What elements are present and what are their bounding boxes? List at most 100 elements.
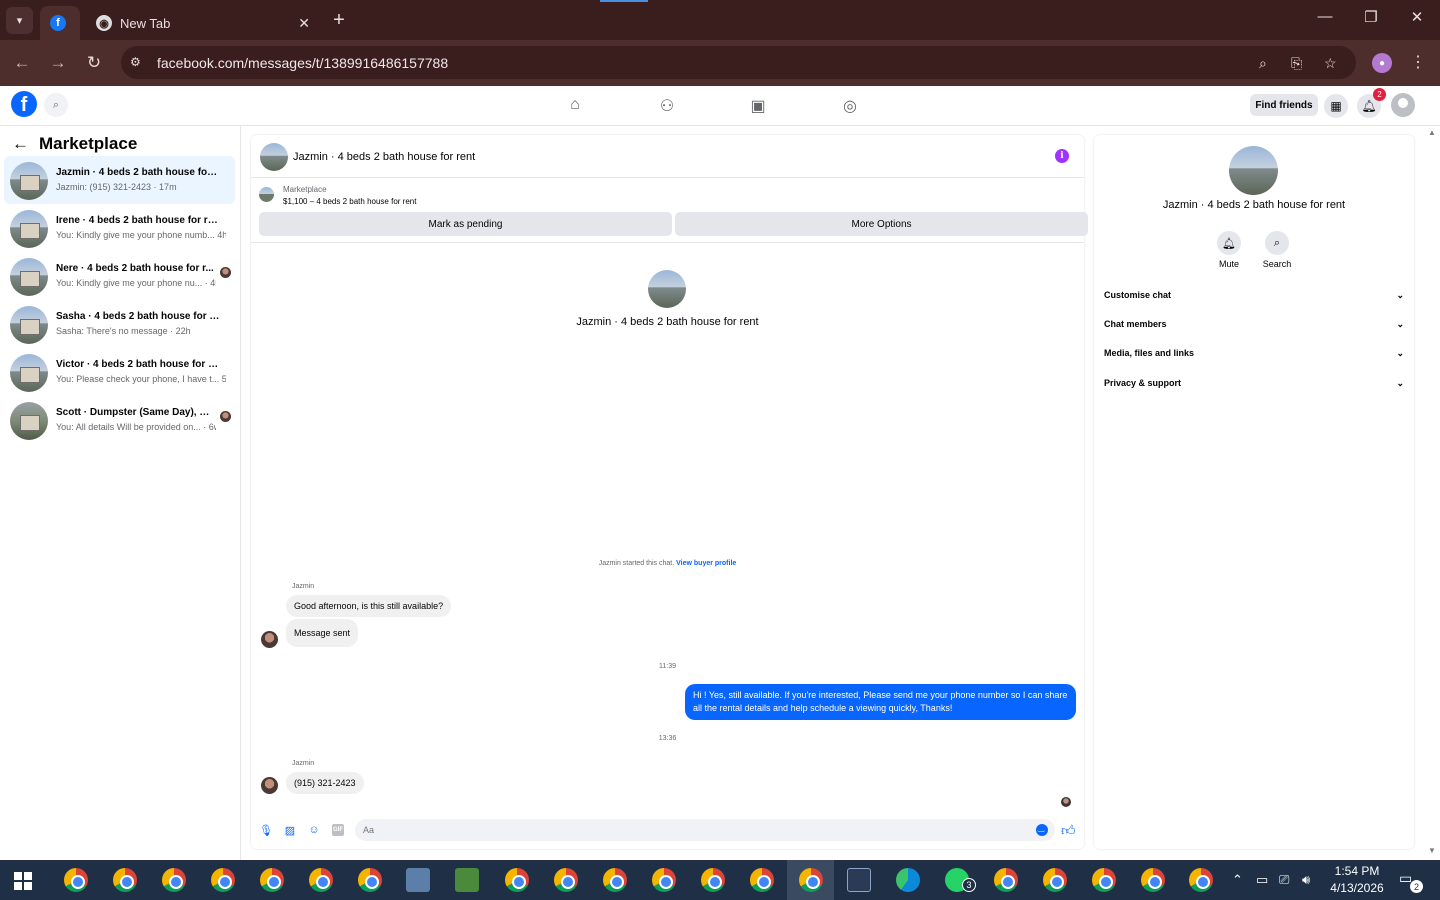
mark-as-pending-button[interactable]: Mark as pending bbox=[259, 212, 672, 236]
tray-device-icon[interactable]: ▭ bbox=[1256, 872, 1268, 888]
restore-icon[interactable]: ❐ bbox=[1359, 8, 1383, 26]
accordion-privacy-support[interactable]: Privacy & support ⌄ bbox=[1104, 373, 1404, 393]
reload-icon[interactable]: ↻ bbox=[83, 53, 105, 73]
chat-header: Jazmin · 4 beds 2 bath house for rent i bbox=[251, 135, 1084, 178]
sender-avatar[interactable] bbox=[261, 631, 278, 648]
sticker-icon[interactable]: ☺ bbox=[308, 824, 320, 836]
conversation-item[interactable]: Sasha · 4 beds 2 bath house for rent Sas… bbox=[4, 300, 235, 348]
search-icon[interactable]: ⌕ bbox=[44, 93, 68, 117]
conversation-item[interactable]: Irene · 4 beds 2 bath house for rent You… bbox=[4, 204, 235, 252]
search-action[interactable]: ⌕ Search bbox=[1257, 231, 1297, 269]
info-icon[interactable]: i bbox=[1055, 149, 1069, 163]
video-icon[interactable]: ▣ bbox=[748, 96, 768, 116]
chrome-app-icon[interactable] bbox=[260, 868, 284, 892]
conversation-item[interactable]: Scott · Dumpster (Same Day), R... You: A… bbox=[4, 396, 235, 444]
chrome-app-icon[interactable] bbox=[701, 868, 725, 892]
chrome-app-icon[interactable] bbox=[1141, 868, 1165, 892]
emoji-icon[interactable] bbox=[1036, 823, 1048, 836]
chrome-app-icon[interactable] bbox=[652, 868, 676, 892]
chrome-app-icon[interactable] bbox=[750, 868, 774, 892]
view-buyer-profile-link[interactable]: View buyer profile bbox=[676, 560, 736, 567]
windows-start-icon[interactable] bbox=[14, 872, 32, 890]
chrome-app-icon[interactable] bbox=[1092, 868, 1116, 892]
close-icon[interactable]: ✕ bbox=[298, 15, 310, 32]
chat-title[interactable]: Jazmin · 4 beds 2 bath house for rent bbox=[293, 151, 475, 163]
clock-time[interactable]: 1:54 PM bbox=[1322, 864, 1392, 878]
chrome-app-icon[interactable] bbox=[1189, 868, 1213, 892]
listing-price-title[interactable]: $1,100 – 4 beds 2 bath house for rent bbox=[283, 197, 416, 206]
browser-menu-icon[interactable]: ⋮ bbox=[1410, 52, 1426, 72]
groups-icon[interactable]: ◎ bbox=[840, 96, 860, 116]
chrome-app-icon[interactable] bbox=[309, 868, 333, 892]
microphone-icon[interactable]: 🎙︎ bbox=[259, 824, 273, 837]
zoom-icon[interactable]: ⌕ bbox=[1259, 55, 1267, 72]
keyboard-app-icon[interactable] bbox=[847, 868, 871, 892]
account-avatar[interactable] bbox=[1391, 93, 1415, 117]
browser-profile-icon[interactable]: ● bbox=[1372, 53, 1392, 73]
contacts-app-icon[interactable] bbox=[406, 868, 430, 892]
incoming-message[interactable]: Good afternoon, is this still available? bbox=[286, 595, 452, 617]
info-name: Jazmin · 4 beds 2 bath house for rent bbox=[1162, 199, 1346, 211]
clock-date[interactable]: 4/13/2026 bbox=[1322, 881, 1392, 895]
chrome-app-icon[interactable] bbox=[554, 868, 578, 892]
omnibox[interactable]: ⚙ facebook.com/messages/t/13899164861577… bbox=[121, 46, 1356, 79]
tab-new-tab[interactable]: ◉ New Tab ✕ bbox=[86, 6, 320, 40]
tab-facebook[interactable]: f bbox=[40, 6, 80, 40]
outgoing-message[interactable]: Hi ! Yes, still available. If you're int… bbox=[685, 684, 1076, 720]
close-window-icon[interactable]: ✕ bbox=[1405, 8, 1429, 26]
message-input[interactable] bbox=[355, 819, 1055, 841]
tab-search-button[interactable]: ▾ bbox=[6, 7, 33, 34]
find-friends-button[interactable]: Find friends bbox=[1250, 94, 1318, 116]
chat-avatar[interactable] bbox=[260, 143, 288, 171]
chevron-down-icon: ⌄ bbox=[1396, 289, 1404, 300]
chrome-app-icon[interactable] bbox=[64, 868, 88, 892]
sender-label: Jazmin bbox=[292, 583, 315, 590]
new-tab-button[interactable]: + bbox=[328, 9, 350, 31]
more-options-button[interactable]: More Options bbox=[675, 212, 1088, 236]
gif-icon[interactable]: GIF bbox=[332, 824, 344, 836]
conversation-item[interactable]: Victor · 4 beds 2 bath house for rent Yo… bbox=[4, 348, 235, 396]
sender-avatar[interactable] bbox=[261, 777, 278, 794]
search-icon[interactable]: ⌕ bbox=[1265, 231, 1289, 255]
install-app-icon[interactable]: ⎘ bbox=[1291, 55, 1302, 72]
mute-action[interactable]: 🔔︎ Mute bbox=[1209, 231, 1249, 269]
volume-icon[interactable]: 🔊︎ bbox=[1302, 872, 1310, 888]
chrome-app-icon[interactable] bbox=[113, 868, 137, 892]
conversation-item[interactable]: Jazmin · 4 beds 2 bath house for r... Ja… bbox=[4, 156, 235, 204]
tray-chevron-icon[interactable]: ⌃ bbox=[1232, 872, 1243, 888]
home-icon[interactable]: ⌂ bbox=[565, 96, 585, 116]
edge-app-icon[interactable] bbox=[896, 868, 920, 892]
accordion-chat-members[interactable]: Chat members ⌄ bbox=[1104, 314, 1404, 334]
minimize-icon[interactable]: — bbox=[1313, 8, 1337, 25]
chrome-app-icon[interactable] bbox=[211, 868, 235, 892]
incoming-message[interactable]: Message sent bbox=[286, 619, 359, 647]
back-arrow-icon[interactable]: ← bbox=[12, 134, 29, 154]
notes-app-icon[interactable] bbox=[455, 868, 479, 892]
listing-thumbnail[interactable] bbox=[259, 187, 274, 202]
chrome-app-icon[interactable] bbox=[358, 868, 382, 892]
site-settings-icon[interactable]: ⚙ bbox=[130, 55, 141, 69]
chrome-app-icon[interactable] bbox=[603, 868, 627, 892]
scroll-up-arrow[interactable]: ▲ bbox=[1428, 128, 1436, 137]
url-text[interactable]: facebook.com/messages/t/1389916486157788 bbox=[157, 55, 448, 71]
chrome-app-icon[interactable] bbox=[1043, 868, 1067, 892]
menu-grid-icon[interactable]: ▦ bbox=[1324, 94, 1348, 118]
chrome-app-icon[interactable] bbox=[994, 868, 1018, 892]
friends-icon[interactable]: ⚇ bbox=[657, 96, 677, 116]
chrome-app-icon[interactable] bbox=[162, 868, 186, 892]
forward-icon[interactable]: → bbox=[47, 53, 69, 73]
facebook-logo[interactable]: f bbox=[11, 91, 37, 117]
incoming-message[interactable]: (915) 321-2423 bbox=[286, 772, 364, 794]
back-icon[interactable]: ← bbox=[11, 53, 33, 73]
chrome-app-icon[interactable] bbox=[799, 868, 823, 892]
accordion-customise-chat[interactable]: Customise chat ⌄ bbox=[1104, 285, 1404, 305]
bell-icon[interactable]: 🔔︎ bbox=[1217, 231, 1241, 255]
like-thumb-icon[interactable]: 👍︎ bbox=[1061, 822, 1076, 839]
accordion-media-files-links[interactable]: Media, files and links ⌄ bbox=[1104, 343, 1404, 363]
scroll-down-arrow[interactable]: ▼ bbox=[1428, 846, 1436, 855]
chrome-app-icon[interactable] bbox=[505, 868, 529, 892]
photo-icon[interactable]: ▨ bbox=[284, 824, 296, 837]
conversation-item[interactable]: Nere · 4 beds 2 bath house for r... You:… bbox=[4, 252, 235, 300]
network-icon[interactable]: ⎚ bbox=[1279, 872, 1289, 888]
bookmark-star-icon[interactable]: ☆ bbox=[1324, 55, 1337, 72]
